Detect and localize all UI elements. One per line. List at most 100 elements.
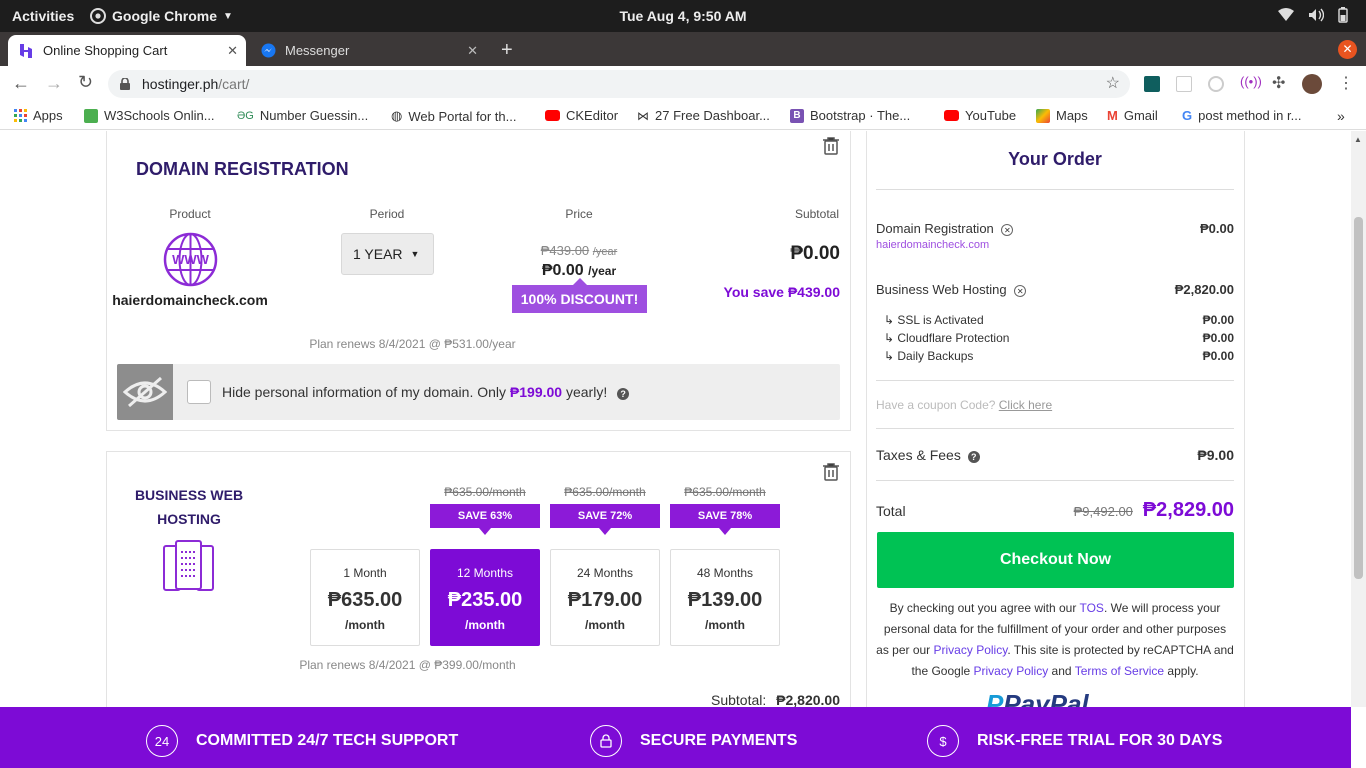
- bow-icon: ⋈: [637, 108, 649, 123]
- bookmark-youtube[interactable]: YouTube: [944, 108, 1016, 123]
- plan-price: ₱235.00: [447, 589, 523, 611]
- eye-hidden-icon: [123, 376, 167, 408]
- addon-row: ↳ Daily Backups ₱0.00: [884, 349, 1234, 363]
- coupon-text: Have a coupon Code?: [876, 398, 996, 412]
- bootstrap-icon: B: [790, 108, 804, 123]
- google-privacy-link[interactable]: Privacy Policy: [974, 664, 1049, 678]
- tab-messenger[interactable]: Messenger ✕: [250, 35, 486, 66]
- url-host: hostinger.ph: [142, 76, 219, 92]
- hostinger-icon: [18, 43, 34, 59]
- system-tray[interactable]: [1278, 7, 1348, 23]
- help-icon[interactable]: ?: [617, 388, 630, 400]
- bookmark-dashboard[interactable]: ⋈ 27 Free Dashboar...: [637, 108, 770, 123]
- hosting-renewal-note: Plan renews 8/4/2021 @ ₱399.00/month: [299, 658, 516, 672]
- bookmark-gmail[interactable]: M Gmail: [1107, 108, 1158, 123]
- taxes-label: Taxes & Fees: [876, 447, 961, 463]
- divider: [876, 480, 1234, 481]
- trash-icon[interactable]: [823, 463, 839, 481]
- domain-section-title: DOMAIN REGISTRATION: [136, 159, 349, 179]
- star-icon[interactable]: ☆: [1106, 70, 1120, 98]
- legal-notice: By checking out you agree with our TOS. …: [876, 598, 1234, 682]
- bookmark-web-portal[interactable]: ◍ Web Portal for th...: [391, 108, 516, 124]
- plan-unit: /month: [345, 618, 385, 632]
- privacy-checkbox[interactable]: [187, 380, 211, 404]
- back-arrow-icon[interactable]: ←: [12, 73, 30, 94]
- order-item-hosting: Business Web Hosting ✕ ₱2,820.00: [876, 282, 1234, 297]
- remove-circle-icon[interactable]: ✕: [1014, 285, 1027, 297]
- period-select[interactable]: 1 YEAR ▼: [341, 233, 434, 275]
- new-tab-button[interactable]: +: [501, 39, 513, 62]
- battery-icon: [1338, 7, 1348, 23]
- window-close-button[interactable]: ✕: [1338, 40, 1357, 59]
- bookmark-label: Gmail: [1123, 108, 1158, 123]
- privacy-text-before: Hide personal information of my domain. …: [222, 384, 507, 400]
- bookmark-number-guessing[interactable]: ƏG Number Guessin...: [237, 108, 368, 123]
- plan-option-12-months[interactable]: 12 Months ₱235.00 /month: [430, 549, 540, 646]
- svg-text:WWW: WWW: [172, 252, 210, 267]
- extension-icon[interactable]: [1176, 76, 1192, 92]
- coupon-link[interactable]: Click here: [999, 398, 1052, 412]
- terms-of-service-link[interactable]: Terms of Service: [1075, 664, 1164, 678]
- extension-icon[interactable]: [1208, 76, 1224, 92]
- trash-icon[interactable]: [823, 137, 839, 155]
- tos-link[interactable]: TOS: [1079, 601, 1103, 615]
- reload-icon[interactable]: ↻: [78, 72, 93, 93]
- globe-icon: ◍: [391, 108, 403, 123]
- column-subtotal: Subtotal: [794, 207, 839, 221]
- plan-option-1-month[interactable]: 1 Month ₱635.00 /month: [310, 549, 420, 646]
- tab-online-shopping-cart[interactable]: Online Shopping Cart ✕: [8, 35, 246, 66]
- gmail-icon: M: [1107, 108, 1118, 123]
- order-item-domain: Domain Registration ✕ ₱0.00: [876, 221, 1234, 236]
- bookmark-ckeditor[interactable]: CKEditor: [545, 108, 618, 123]
- plan-option-24-months[interactable]: 24 Months ₱179.00 /month: [550, 549, 660, 646]
- app-menu[interactable]: Google Chrome ▼: [90, 8, 233, 24]
- bookmark-apps[interactable]: Apps: [14, 108, 63, 123]
- address-bar[interactable]: hostinger.ph/cart/ ☆: [108, 70, 1130, 98]
- remove-circle-icon[interactable]: ✕: [1001, 224, 1014, 236]
- scrollbar-thumb[interactable]: [1354, 217, 1363, 579]
- new-price-unit: /year: [588, 264, 617, 278]
- coupon-row: Have a coupon Code? Click here: [876, 398, 1052, 412]
- bookmark-label: Apps: [33, 108, 63, 123]
- more-bookmarks-icon[interactable]: »: [1337, 108, 1345, 124]
- page-scrollbar[interactable]: ▲: [1351, 131, 1366, 707]
- checkout-now-button[interactable]: Checkout Now: [877, 532, 1234, 588]
- save-badge-24m: SAVE 72%: [550, 504, 660, 535]
- addon-value: ₱0.00: [1202, 349, 1234, 363]
- hosting-subtotal-value: ₱2,820.00: [776, 692, 840, 708]
- close-icon[interactable]: ✕: [467, 43, 478, 59]
- privacy-price: ₱199.00: [509, 384, 563, 400]
- plan-price: ₱635.00: [327, 589, 403, 611]
- old-price-12m: ₱635.00/month: [444, 485, 526, 499]
- plan-option-48-months[interactable]: 48 Months ₱139.00 /month: [670, 549, 780, 646]
- bookmark-bootstrap[interactable]: B Bootstrap · The...: [790, 108, 910, 123]
- forward-arrow-icon[interactable]: →: [45, 73, 63, 94]
- plan-unit: /month: [705, 618, 745, 632]
- bookmark-post-method[interactable]: Gpost method in r...: [1182, 108, 1301, 123]
- save-badge-48m: SAVE 78%: [670, 504, 780, 535]
- menu-dots-icon[interactable]: ⋮: [1338, 73, 1354, 93]
- bookmark-label: CKEditor: [566, 108, 619, 123]
- tab-label: Online Shopping Cart: [43, 43, 168, 58]
- extension-icon[interactable]: [1144, 76, 1160, 92]
- feature-label: COMMITTED 24/7 TECH SUPPORT: [196, 732, 459, 749]
- help-icon[interactable]: ?: [967, 451, 980, 463]
- avatar[interactable]: [1302, 74, 1322, 94]
- addon-name: ↳ Daily Backups: [884, 349, 974, 363]
- bookmark-maps[interactable]: Maps: [1036, 108, 1088, 123]
- volume-icon: [1309, 8, 1324, 22]
- puzzle-icon[interactable]: ✣: [1272, 73, 1285, 93]
- divider: [876, 189, 1234, 190]
- scroll-up-icon[interactable]: ▲: [1354, 135, 1362, 144]
- broadcast-icon[interactable]: ((•)): [1240, 74, 1262, 89]
- bookmark-w3schools[interactable]: W3Schools Onlin...: [84, 108, 215, 123]
- browser-toolbar: ← → ↻ hostinger.ph/cart/ ☆ ((•)) ✣ ⋮: [0, 66, 1366, 102]
- order-item-value: ₱0.00: [1200, 221, 1234, 236]
- bookmark-label: YouTube: [965, 108, 1017, 123]
- trust-footer-bar: 24 COMMITTED 24/7 TECH SUPPORT SECURE PA…: [0, 707, 1351, 768]
- privacy-policy-link[interactable]: Privacy Policy: [934, 643, 1008, 657]
- domain-old-price: ₱439.00 /year: [509, 243, 649, 258]
- activities-button[interactable]: Activities: [12, 8, 74, 24]
- total-values: ₱9,492.00 ₱2,829.00: [1074, 499, 1234, 522]
- close-icon[interactable]: ✕: [227, 43, 238, 59]
